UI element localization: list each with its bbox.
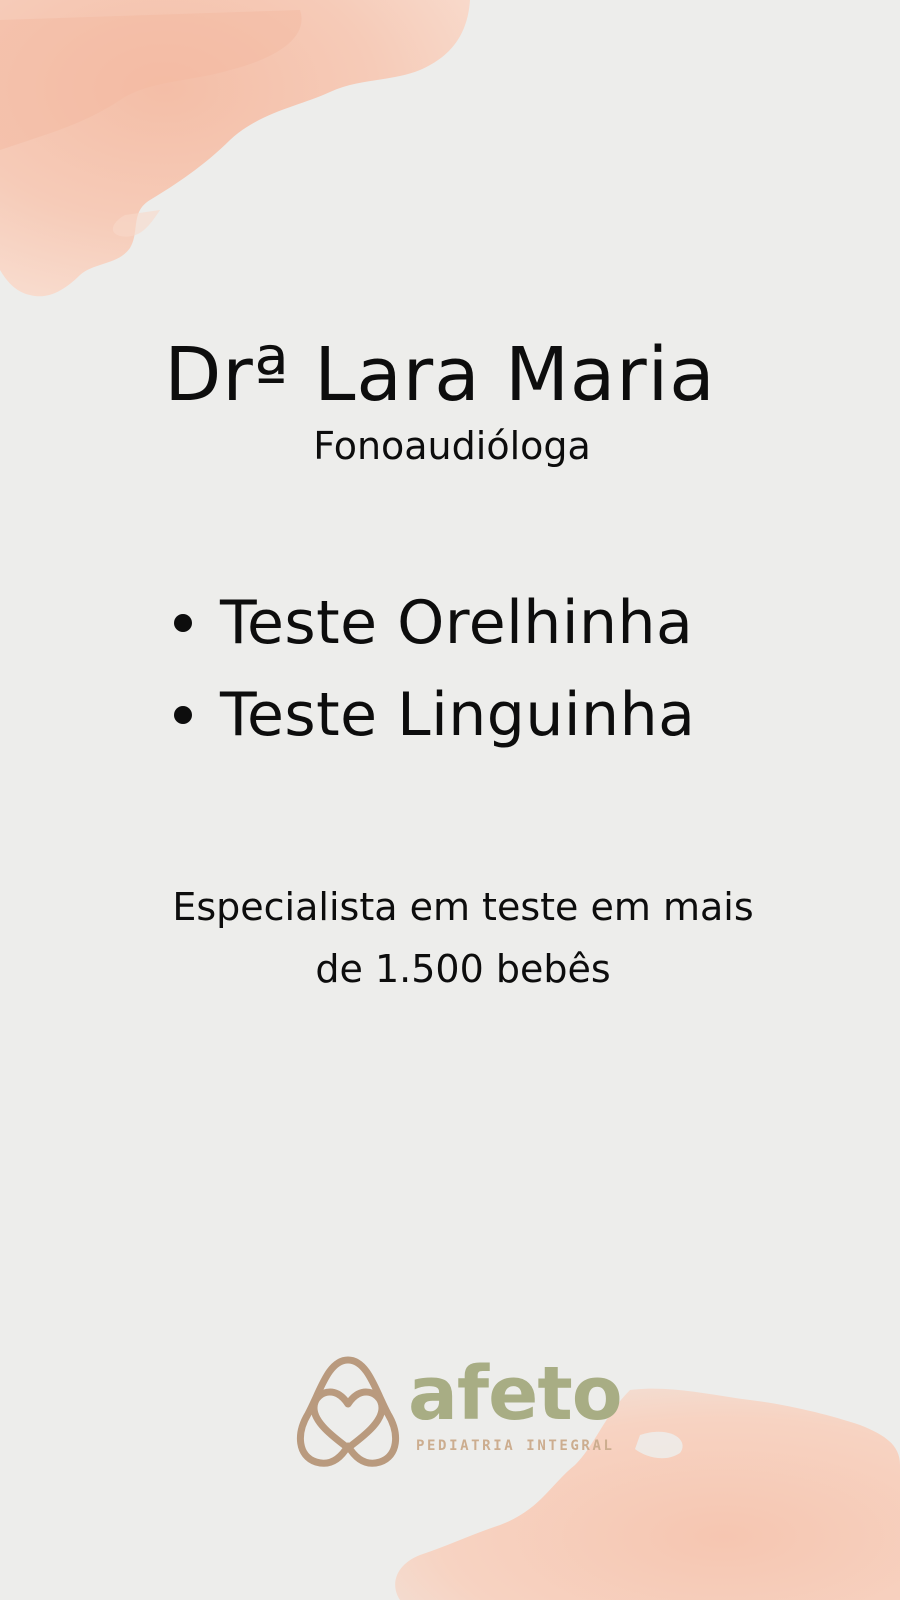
specialty-line-1: Especialista em teste em mais bbox=[172, 885, 754, 929]
service-label: Teste Orelhinha bbox=[220, 588, 694, 658]
doctor-name: Drª Lara Maria bbox=[164, 332, 716, 418]
doctor-role: Fonoaudióloga bbox=[313, 424, 591, 468]
brand-logo: afeto PEDIATRIA INTEGRAL bbox=[292, 1351, 623, 1472]
services-list: Teste Orelhinha Teste Linguinha bbox=[170, 577, 695, 761]
specialty-line-2: de 1.500 bebês bbox=[315, 947, 611, 991]
service-label: Teste Linguinha bbox=[220, 680, 696, 750]
list-item: Teste Linguinha bbox=[170, 669, 695, 761]
bullet-icon bbox=[174, 706, 192, 724]
list-item: Teste Orelhinha bbox=[170, 577, 695, 669]
brand-tagline: PEDIATRIA INTEGRAL bbox=[416, 1438, 615, 1454]
specialty-text: Especialista em teste em mais de 1.500 b… bbox=[0, 876, 900, 1000]
brand-name: afeto bbox=[408, 1351, 623, 1437]
bullet-icon bbox=[174, 614, 192, 632]
heart-icon bbox=[296, 1356, 400, 1467]
watercolor-splash-top bbox=[0, 0, 470, 297]
